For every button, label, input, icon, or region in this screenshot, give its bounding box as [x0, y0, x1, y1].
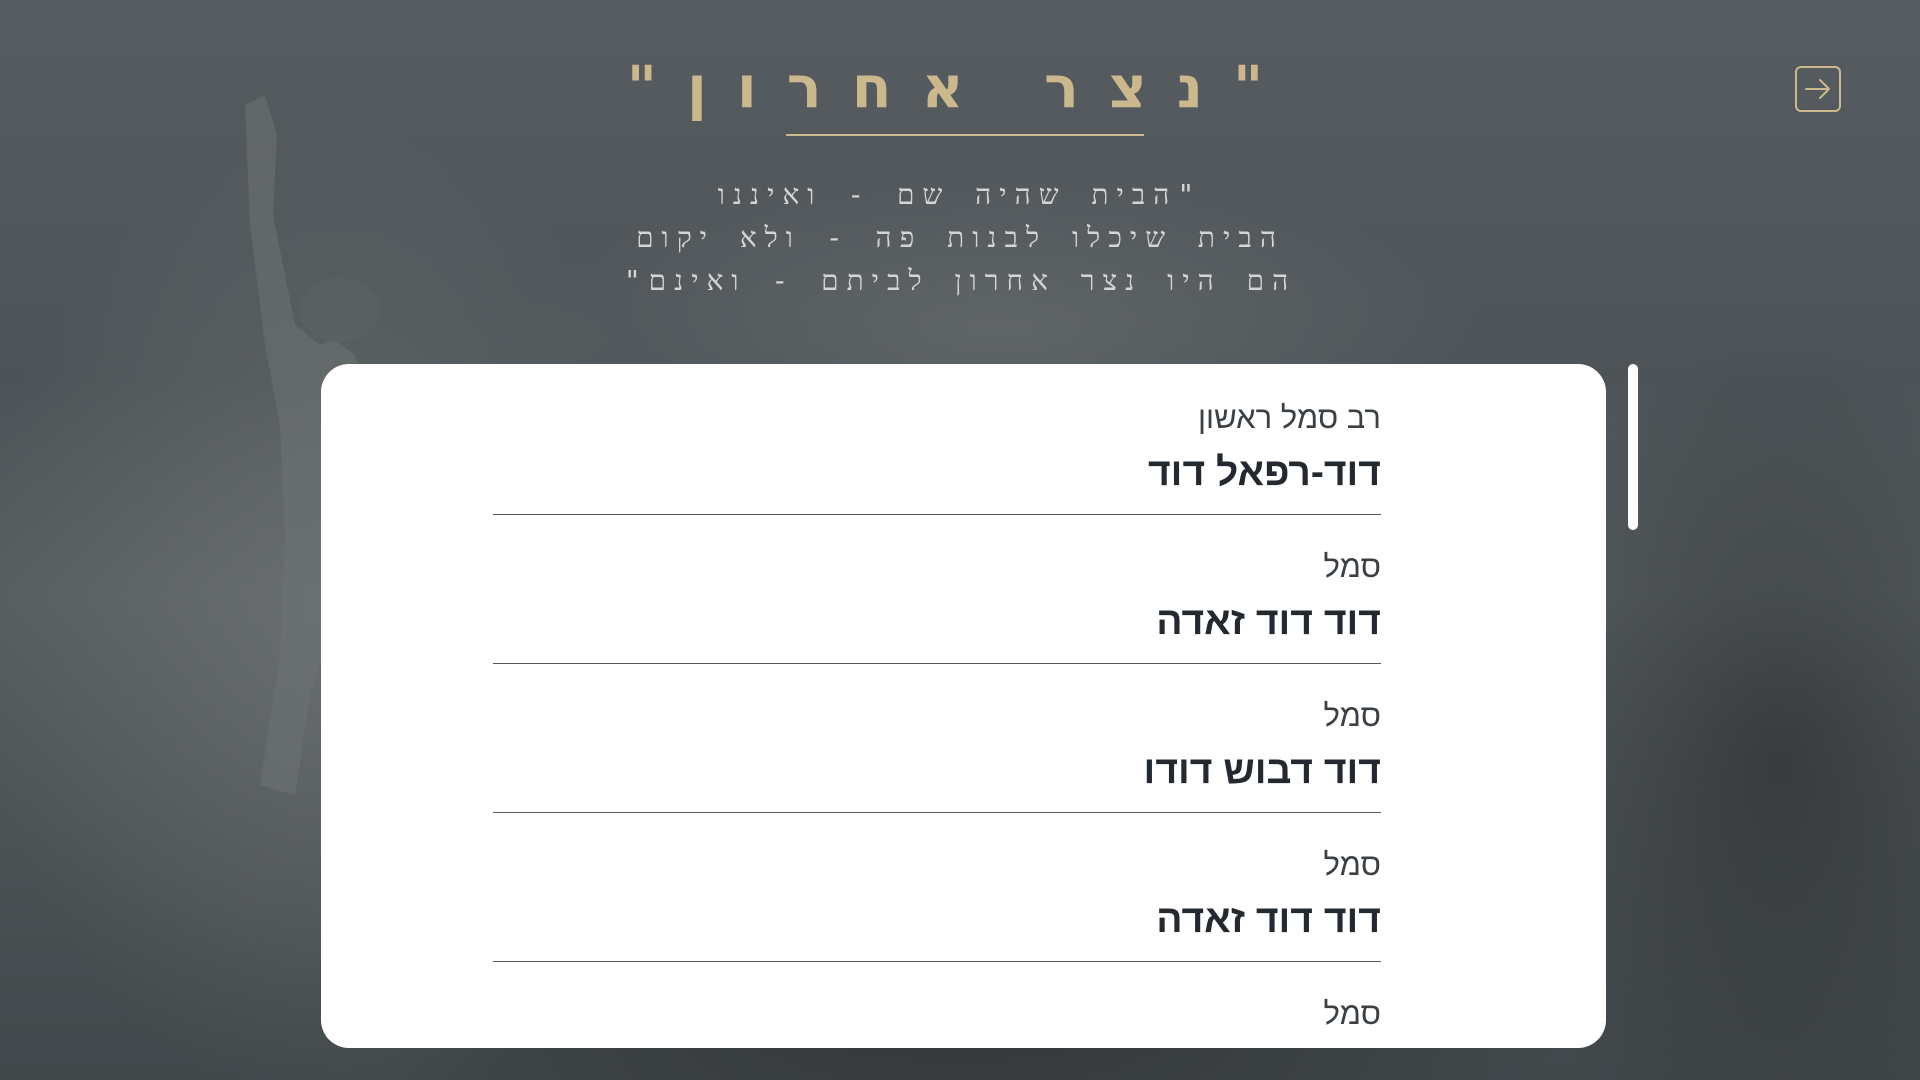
rank-label: סמל — [1323, 698, 1381, 733]
name-label: דוד דוד זאדה — [1156, 898, 1381, 941]
quote-line: הם היו נצר אחרון לביתם - ואינם" — [623, 264, 1297, 297]
list-item[interactable]: סמל דוד דבוש דודו — [493, 664, 1381, 813]
back-button[interactable] — [1795, 66, 1841, 112]
list-item[interactable]: סמל דוד דוד זאדה — [493, 515, 1381, 664]
rank-label: רב סמל ראשון — [1198, 400, 1381, 435]
list-item[interactable]: רב סמל ראשון דוד-רפאל דוד — [493, 398, 1381, 515]
rank-label: סמל — [1323, 549, 1381, 584]
quote-line: "הבית שהיה שם - ואיננו — [717, 178, 1203, 211]
rank-label: סמל — [1323, 996, 1381, 1031]
title-underline — [786, 134, 1144, 136]
list-item[interactable]: סמל דוד דוד זאדה — [493, 813, 1381, 962]
rank-label: סמל — [1323, 847, 1381, 882]
fallen-list: רב סמל ראשון דוד-רפאל דוד סמל דוד דוד זא… — [493, 364, 1381, 1048]
name-label: דוד דוד זאדה — [1156, 600, 1381, 643]
list-item[interactable]: סמל — [493, 962, 1381, 1048]
name-label: דוד-רפאל דוד — [1147, 451, 1381, 494]
page-title: "נצר אחרון" — [626, 53, 1294, 121]
arrow-right-icon — [1805, 79, 1830, 99]
name-label: דוד דבוש דודו — [1143, 749, 1381, 792]
quote-line: הבית שיכלו לבנות פה - ולא יקום — [636, 221, 1284, 254]
fallen-list-card: רב סמל ראשון דוד-רפאל דוד סמל דוד דוד זא… — [321, 364, 1606, 1048]
scrollbar-thumb[interactable] — [1628, 364, 1638, 530]
memorial-quote: "הבית שהיה שם - ואיננו הבית שיכלו לבנות … — [460, 173, 1460, 302]
